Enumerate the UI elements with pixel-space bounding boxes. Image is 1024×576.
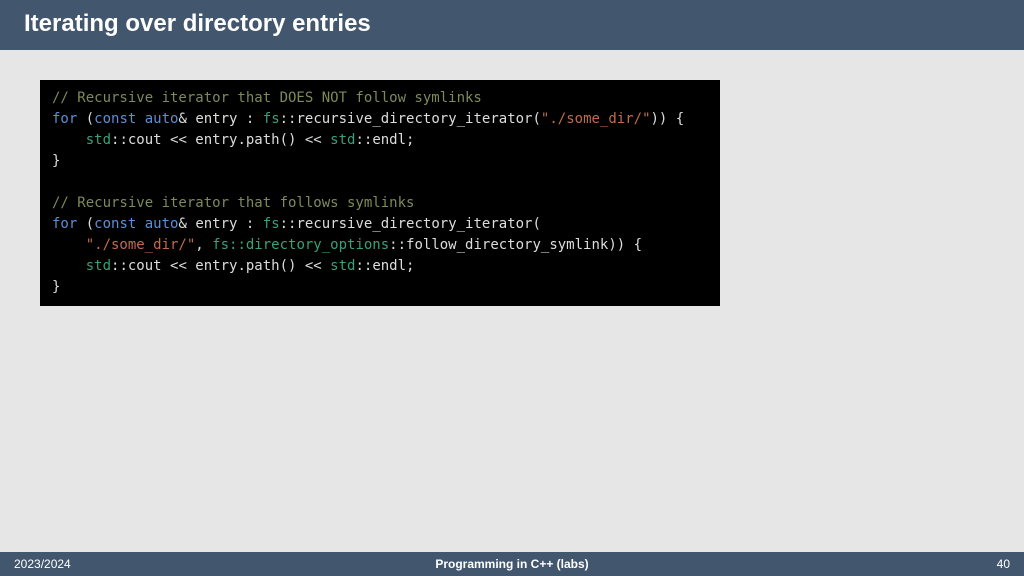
slide-title: Iterating over directory entries: [24, 10, 371, 37]
code-kw: const: [94, 216, 136, 232]
code-ns: ::directory_options: [229, 237, 389, 253]
code-txt: }: [52, 153, 60, 169]
code-ns: std: [86, 258, 111, 274]
code-comment: // Recursive iterator that follows symli…: [52, 195, 414, 211]
code-txt: ,: [195, 237, 212, 253]
code-comment: // Recursive iterator that DOES NOT foll…: [52, 90, 482, 106]
footer-center: Programming in C++ (labs): [435, 557, 588, 571]
code-txt: }: [52, 279, 60, 295]
slide-content: // Recursive iterator that DOES NOT foll…: [0, 50, 1024, 336]
code-str: "./some_dir/": [541, 111, 651, 127]
code-ns: std: [330, 258, 355, 274]
code-kw: auto: [145, 111, 179, 127]
code-txt: )) {: [651, 111, 685, 127]
footer-page-number: 40: [997, 557, 1010, 571]
code-txt: ::endl;: [355, 132, 414, 148]
code-ns: fs: [263, 111, 280, 127]
code-txt: ::cout << entry.path() <<: [111, 258, 330, 274]
code-ns: std: [330, 132, 355, 148]
code-txt: ::recursive_directory_iterator(: [280, 216, 541, 232]
code-ns: std: [86, 132, 111, 148]
code-kw: for: [52, 216, 77, 232]
code-txt: ::cout << entry.path() <<: [111, 132, 330, 148]
code-ns: fs: [212, 237, 229, 253]
code-txt: & entry :: [178, 111, 262, 127]
code-txt: ::follow_directory_symlink)) {: [389, 237, 642, 253]
slide-header: Iterating over directory entries: [0, 0, 1024, 50]
code-txt: ::recursive_directory_iterator(: [280, 111, 541, 127]
code-str: "./some_dir/": [86, 237, 196, 253]
code-kw: const: [94, 111, 136, 127]
code-ns: fs: [263, 216, 280, 232]
code-txt: ::endl;: [355, 258, 414, 274]
footer-left: 2023/2024: [14, 557, 71, 571]
slide-footer: 2023/2024 Programming in C++ (labs) 40: [0, 552, 1024, 576]
code-block: // Recursive iterator that DOES NOT foll…: [40, 80, 720, 306]
code-txt: & entry :: [178, 216, 262, 232]
slide: Iterating over directory entries // Recu…: [0, 0, 1024, 576]
code-kw: for: [52, 111, 77, 127]
code-kw: auto: [145, 216, 179, 232]
